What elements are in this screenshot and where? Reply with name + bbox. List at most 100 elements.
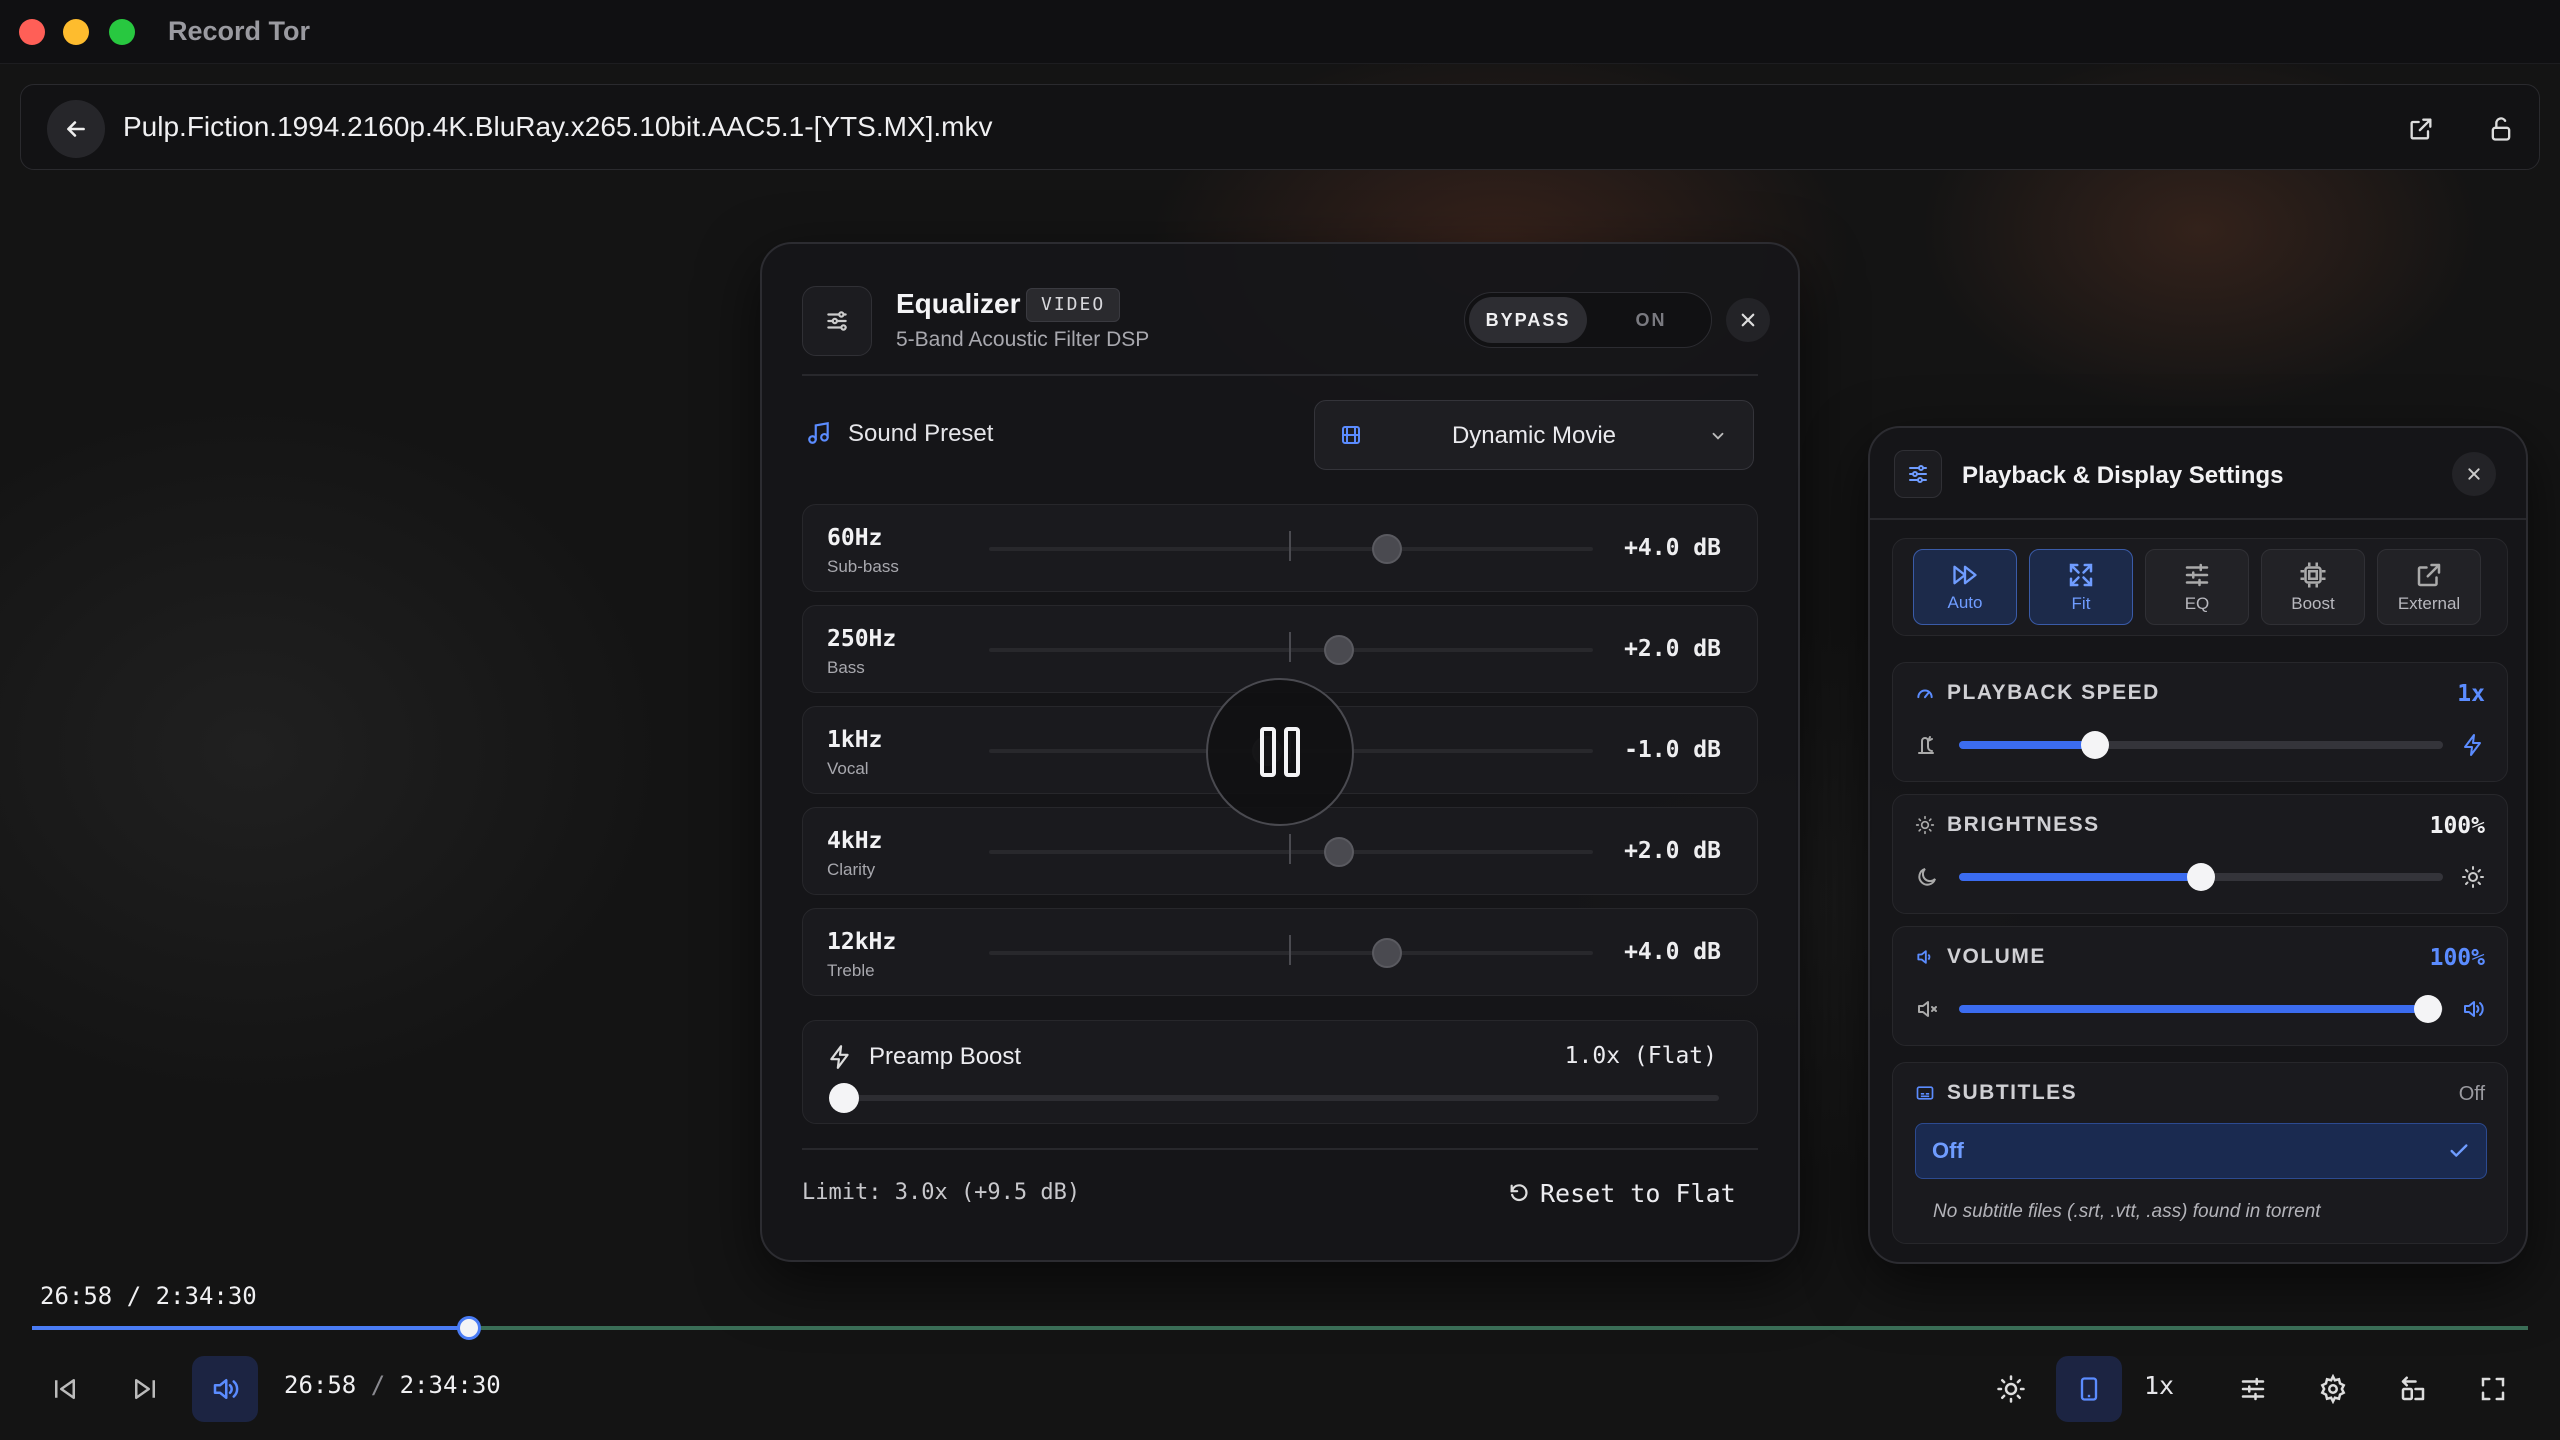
eq-band-slider-track[interactable] [989, 547, 1593, 551]
subtitles-icon [1916, 1086, 1934, 1100]
speed-button[interactable]: 1x [2144, 1371, 2174, 1400]
eq-band-value: +4.0 dB [1624, 535, 1721, 561]
moon-icon [1918, 868, 1936, 886]
volume-slider-track[interactable] [1959, 1005, 2443, 1013]
time-display-top: 26:58 / 2:34:30 [40, 1282, 257, 1310]
divider [802, 374, 1758, 376]
eq-band-slider-handle[interactable] [1324, 837, 1354, 867]
volume-slider-fill [1959, 1005, 2429, 1013]
phone-icon [2080, 1377, 2098, 1401]
window-minimize-button[interactable] [63, 19, 89, 45]
sound-preset-select[interactable]: Dynamic Movie [1314, 400, 1754, 470]
eq-band-slider-handle[interactable] [1372, 938, 1402, 968]
divider [1870, 518, 2526, 520]
time-display: 26:58 / 2:34:30 [284, 1371, 501, 1399]
reset-to-flat-button[interactable]: Reset to Flat [1508, 1176, 1736, 1210]
picture-in-picture-button[interactable] [2380, 1356, 2446, 1422]
seek-bar-handle[interactable] [456, 1316, 481, 1340]
preamp-value: 1.0x (Flat) [1564, 1043, 1717, 1069]
playback-speed-slider-handle[interactable] [2080, 731, 2109, 759]
mute-icon [1918, 1001, 1937, 1017]
previous-button[interactable] [32, 1356, 98, 1422]
mode-external-button[interactable]: External [2377, 549, 2481, 625]
equalizer-icon-box [802, 286, 872, 356]
cpu-icon [2300, 562, 2326, 588]
time-separator: / [370, 1371, 386, 1399]
open-external-button[interactable] [2401, 109, 2441, 149]
subtitles-status: Off [2458, 1083, 2485, 1105]
bypass-toggle: BYPASS ON [1464, 292, 1712, 348]
eq-band-name: Bass [827, 658, 865, 677]
brightness-slider-handle[interactable] [2187, 863, 2215, 891]
seek-bar[interactable] [32, 1326, 2528, 1330]
eq-band-name: Vocal [827, 759, 869, 778]
volume-value: 100% [2429, 945, 2485, 971]
volume-button[interactable] [192, 1356, 258, 1422]
playback-display-panel: Playback & Display Settings Auto Fit EQ … [1868, 426, 2528, 1264]
fullscreen-button[interactable] [2460, 1356, 2526, 1422]
playback-panel-close-button[interactable] [2452, 452, 2496, 496]
eq-band-slider-handle[interactable] [1324, 635, 1354, 665]
window-maximize-button[interactable] [109, 19, 135, 45]
divider [802, 1148, 1758, 1150]
eq-band-name: Sub-bass [827, 557, 899, 576]
mode-auto-button[interactable]: Auto [1913, 549, 2017, 625]
eq-band-slider-track[interactable] [989, 648, 1593, 652]
snail-icon [1918, 736, 1934, 754]
volume-slider-handle[interactable] [2414, 995, 2443, 1023]
subtitle-option-off[interactable]: Off [1915, 1123, 2487, 1179]
brightness-label: BRIGHTNESS [1947, 813, 2100, 836]
eq-band-name: Clarity [827, 860, 876, 879]
expand-icon [2069, 563, 2093, 587]
eq-band-slider-track[interactable] [989, 850, 1593, 854]
mode-label: Boost [2291, 594, 2335, 613]
eq-band-name: Treble [827, 961, 875, 980]
address-bar: Pulp.Fiction.1994.2160p.4K.BluRay.x265.1… [20, 84, 2540, 170]
eq-band-frequency: 60Hz [827, 525, 883, 551]
current-time: 26:58 [284, 1371, 357, 1399]
eq-band-frequency: 1kHz [827, 727, 883, 753]
playback-speed-slider-track[interactable] [1959, 741, 2443, 749]
external-link-icon [2410, 118, 2432, 140]
settings-button[interactable] [2300, 1356, 2366, 1422]
bypass-button[interactable]: BYPASS [1469, 297, 1587, 343]
brightness-button[interactable] [1978, 1356, 2044, 1422]
pause-button[interactable] [1206, 678, 1354, 826]
window-close-button[interactable] [19, 19, 45, 45]
title-bar: Record Tor [0, 0, 2560, 64]
eq-band-row: 60Hz Sub-bass +4.0 dB [802, 504, 1758, 592]
back-button[interactable] [47, 100, 105, 158]
fast-forward-icon [1953, 565, 1977, 585]
eq-band-slider-track[interactable] [989, 951, 1593, 955]
lock-button[interactable] [2481, 109, 2521, 149]
sound-preset-label: Sound Preset [848, 420, 994, 447]
preamp-slider-handle[interactable] [829, 1083, 859, 1113]
mode-buttons: Auto Fit EQ Boost External [1892, 538, 2508, 636]
close-icon [1741, 313, 1755, 327]
subtitles-note: No subtitle files (.srt, .vtt, .ass) fou… [1933, 1201, 2321, 1222]
pause-icon [1260, 727, 1300, 777]
sliders-icon [2185, 563, 2209, 587]
gear-icon [2320, 1374, 2346, 1404]
mode-eq-button[interactable]: EQ [2145, 549, 2249, 625]
mode-boost-button[interactable]: Boost [2261, 549, 2365, 625]
fit-screen-button[interactable] [2056, 1356, 2122, 1422]
equalizer-close-button[interactable] [1726, 298, 1770, 342]
mode-fit-button[interactable]: Fit [2029, 549, 2133, 625]
playback-speed-card: PLAYBACK SPEED 1x [1892, 662, 2508, 782]
on-button[interactable]: ON [1593, 297, 1709, 343]
chevron-down-icon [1712, 432, 1724, 440]
mode-label: Auto [1947, 593, 1983, 612]
preamp-slider-track[interactable] [843, 1095, 1719, 1101]
volume-card: VOLUME 100% [1892, 926, 2508, 1046]
next-button[interactable] [112, 1356, 178, 1422]
seek-bar-fill [32, 1326, 469, 1330]
brightness-value: 100% [2429, 813, 2485, 839]
sound-preset-value: Dynamic Movie [1451, 422, 1617, 449]
equalizer-button[interactable] [2220, 1356, 2286, 1422]
eq-band-value: +2.0 dB [1624, 636, 1721, 662]
brightness-card: BRIGHTNESS 100% [1892, 794, 2508, 914]
skip-back-icon [55, 1379, 75, 1399]
eq-band-slider-handle[interactable] [1372, 534, 1402, 564]
speaker-loud-icon [2464, 1001, 2484, 1017]
